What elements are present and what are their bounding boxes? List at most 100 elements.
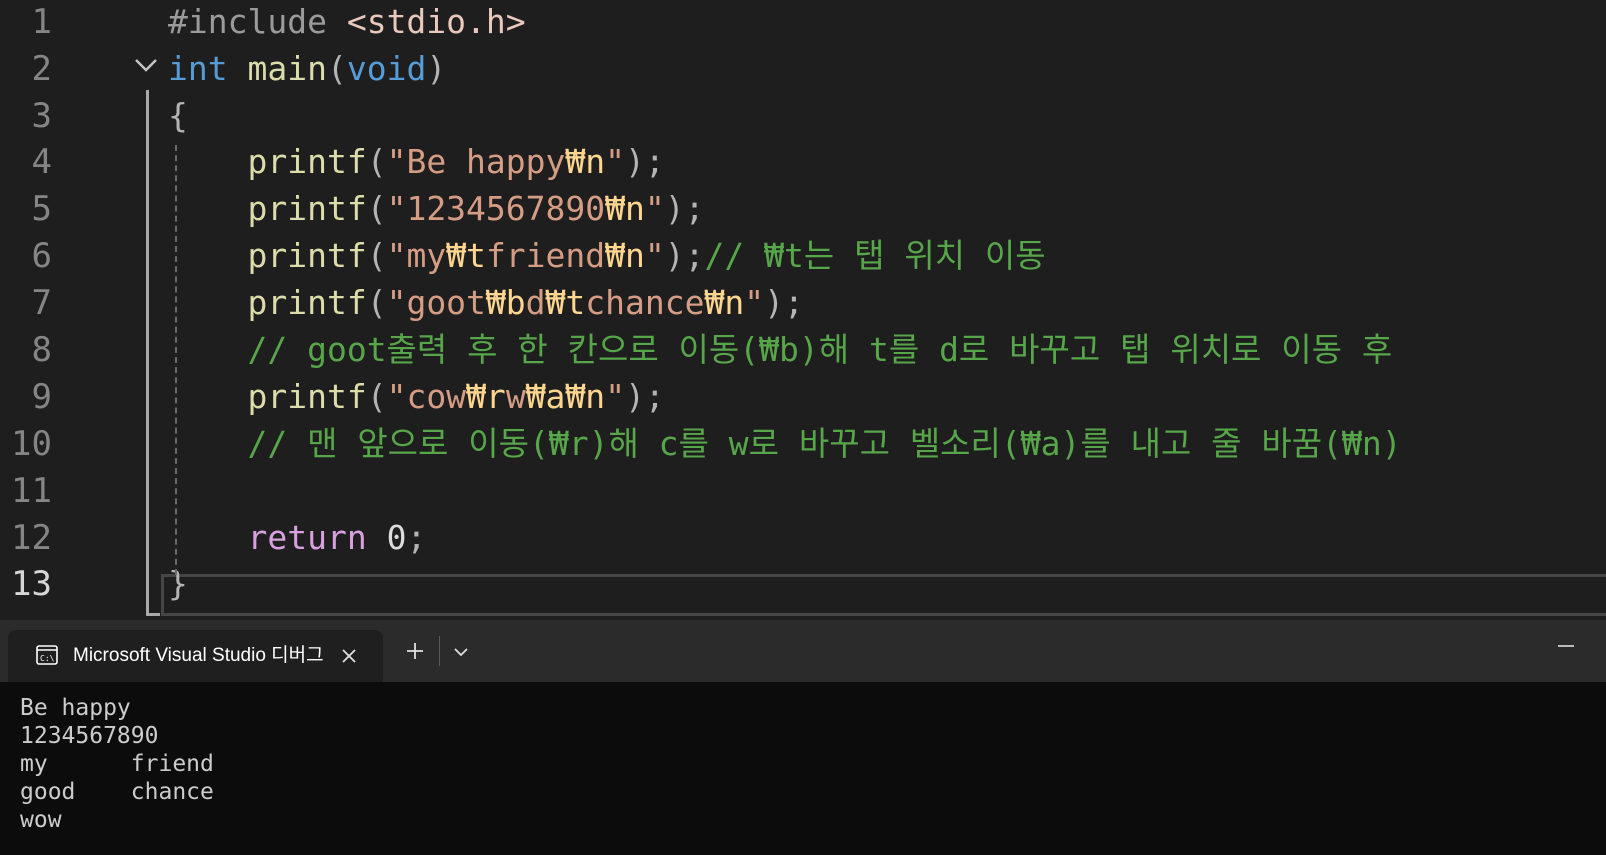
code-token: printf <box>247 283 367 322</box>
tab-divider <box>439 636 440 666</box>
code-editor[interactable]: 1 #include <stdio.h> 2 int main(void) 3{4 pr… <box>0 0 1606 620</box>
code-token: 0 <box>366 518 407 557</box>
code-line[interactable]: 10 // 맨 앞으로 이동(₩r)해 c를 w로 바꾸고 벨소리(₩a)를 내… <box>0 420 1606 468</box>
code-token: ); <box>664 236 705 275</box>
code-token: printf <box>247 236 367 275</box>
code-token: ( <box>366 236 387 275</box>
code-token: "Be happy <box>386 142 566 181</box>
fold-guide-line <box>146 90 149 616</box>
code-token: ₩t <box>545 283 586 322</box>
line-number: 12 <box>11 518 52 558</box>
code-line[interactable]: 4 printf("Be happy₩n"); <box>0 138 1606 186</box>
line-number: 4 <box>31 142 52 182</box>
line-number: 13 <box>11 564 52 604</box>
code-token: } <box>168 564 188 603</box>
line-number: 11 <box>11 471 52 511</box>
new-tab-plus-icon[interactable] <box>402 638 428 664</box>
code-text: } <box>168 560 188 608</box>
code-token: // goot출력 후 한 칸으로 이동(₩b)해 t를 d로 바꾸고 탭 위치… <box>247 330 1393 369</box>
code-token: // 맨 앞으로 이동(₩r)해 c를 w로 바꾸고 벨소리(₩a)를 내고 줄… <box>247 424 1402 463</box>
line-number: 1 <box>31 2 52 42</box>
console-icon: C:\ <box>36 645 58 665</box>
close-icon[interactable] <box>339 646 359 666</box>
debug-console-panel: C:\ Microsoft Visual Studio 디버그 Be happy… <box>0 620 1606 855</box>
code-token: w <box>505 377 526 416</box>
code-token: " <box>744 283 765 322</box>
code-line[interactable]: 5 printf("1234567890₩n"); <box>0 185 1606 233</box>
code-token: ); <box>625 142 665 181</box>
fold-chevron-icon[interactable] <box>133 52 159 78</box>
code-token: printf <box>247 142 367 181</box>
code-token: " <box>605 142 626 181</box>
output-line: wow <box>20 807 62 833</box>
output-line: Be happy <box>20 695 131 721</box>
code-token: return <box>247 518 367 557</box>
code-text: printf("goot₩bd₩tchance₩n"); <box>168 279 804 327</box>
code-token: ₩r <box>466 377 506 416</box>
code-token: d <box>525 283 546 322</box>
code-line[interactable]: 1 #include <stdio.h> <box>0 0 1606 46</box>
code-token: printf <box>247 377 367 416</box>
code-line[interactable]: 3{ <box>0 92 1606 140</box>
code-token: #include <box>168 2 327 41</box>
code-token: printf <box>247 189 367 228</box>
code-line[interactable]: 9 printf("cow₩rw₩a₩n"); <box>0 373 1606 421</box>
output-line: my friend <box>20 751 214 777</box>
code-line[interactable]: 13} <box>0 560 1606 608</box>
code-token: "goot <box>386 283 486 322</box>
line-number: 9 <box>31 377 52 417</box>
code-token: ₩n <box>565 377 606 416</box>
code-token: ₩b <box>485 283 526 322</box>
code-token: ( <box>366 377 387 416</box>
code-line[interactable]: 6 printf("my₩tfriend₩n");// ₩t는 탭 위치 이동 <box>0 232 1606 280</box>
code-token: ( <box>326 49 347 88</box>
line-number: 2 <box>31 49 52 89</box>
code-token: ₩n <box>605 236 645 275</box>
code-text: printf("1234567890₩n"); <box>168 185 704 233</box>
code-text: // goot출력 후 한 칸으로 이동(₩b)해 t를 d로 바꾸고 탭 위치… <box>168 326 1392 374</box>
code-token: ) <box>426 49 447 88</box>
code-line[interactable]: 2 int main(void) <box>0 45 1606 93</box>
code-token: " <box>605 377 626 416</box>
code-token: ); <box>764 283 804 322</box>
code-token: ₩a <box>525 377 566 416</box>
code-token: "cow <box>386 377 467 416</box>
code-token: { <box>168 96 188 135</box>
minimize-icon[interactable] <box>1546 626 1586 666</box>
code-line[interactable]: 12 return 0; <box>0 514 1606 562</box>
code-token: int <box>168 49 228 88</box>
code-token: ₩n <box>565 142 606 181</box>
code-line[interactable]: 8 // goot출력 후 한 칸으로 이동(₩b)해 t를 d로 바꾸고 탭 … <box>0 326 1606 374</box>
fold-guide-end <box>146 613 160 616</box>
code-token: ( <box>366 189 387 228</box>
code-token: friend <box>485 236 606 275</box>
line-number: 3 <box>31 96 52 136</box>
code-text: printf("Be happy₩n"); <box>168 138 665 186</box>
console-output: Be happy 1234567890 my friend good chance wo… <box>20 694 214 834</box>
code-token: ₩n <box>704 283 745 322</box>
code-token: // ₩t는 탭 위치 이동 <box>704 236 1046 275</box>
code-text: // 맨 앞으로 이동(₩r)해 c를 w로 바꾸고 벨소리(₩a)를 내고 줄… <box>168 420 1402 468</box>
code-token: ; <box>406 518 427 557</box>
line-number: 5 <box>31 189 52 229</box>
code-text: #include <stdio.h> <box>168 0 526 46</box>
code-token: ( <box>366 142 387 181</box>
line-number: 7 <box>31 283 52 323</box>
terminal-tab[interactable]: C:\ Microsoft Visual Studio 디버그 <box>8 630 383 682</box>
code-token: ₩n <box>605 189 645 228</box>
code-token: <stdio.h> <box>346 2 526 41</box>
output-line: good chance <box>20 779 214 805</box>
chevron-down-icon[interactable] <box>450 642 472 662</box>
indent-guide <box>175 145 177 575</box>
line-number: 10 <box>11 424 52 464</box>
line-number: 8 <box>31 330 52 370</box>
code-text: int main(void) <box>168 45 446 93</box>
terminal-tab-bar: C:\ Microsoft Visual Studio 디버그 <box>0 620 1606 682</box>
code-line[interactable]: 11 <box>0 467 1606 515</box>
code-text: { <box>168 92 188 140</box>
code-token: " <box>644 236 665 275</box>
line-number: 6 <box>31 236 52 276</box>
code-line[interactable]: 7 printf("goot₩bd₩tchance₩n"); <box>0 279 1606 327</box>
